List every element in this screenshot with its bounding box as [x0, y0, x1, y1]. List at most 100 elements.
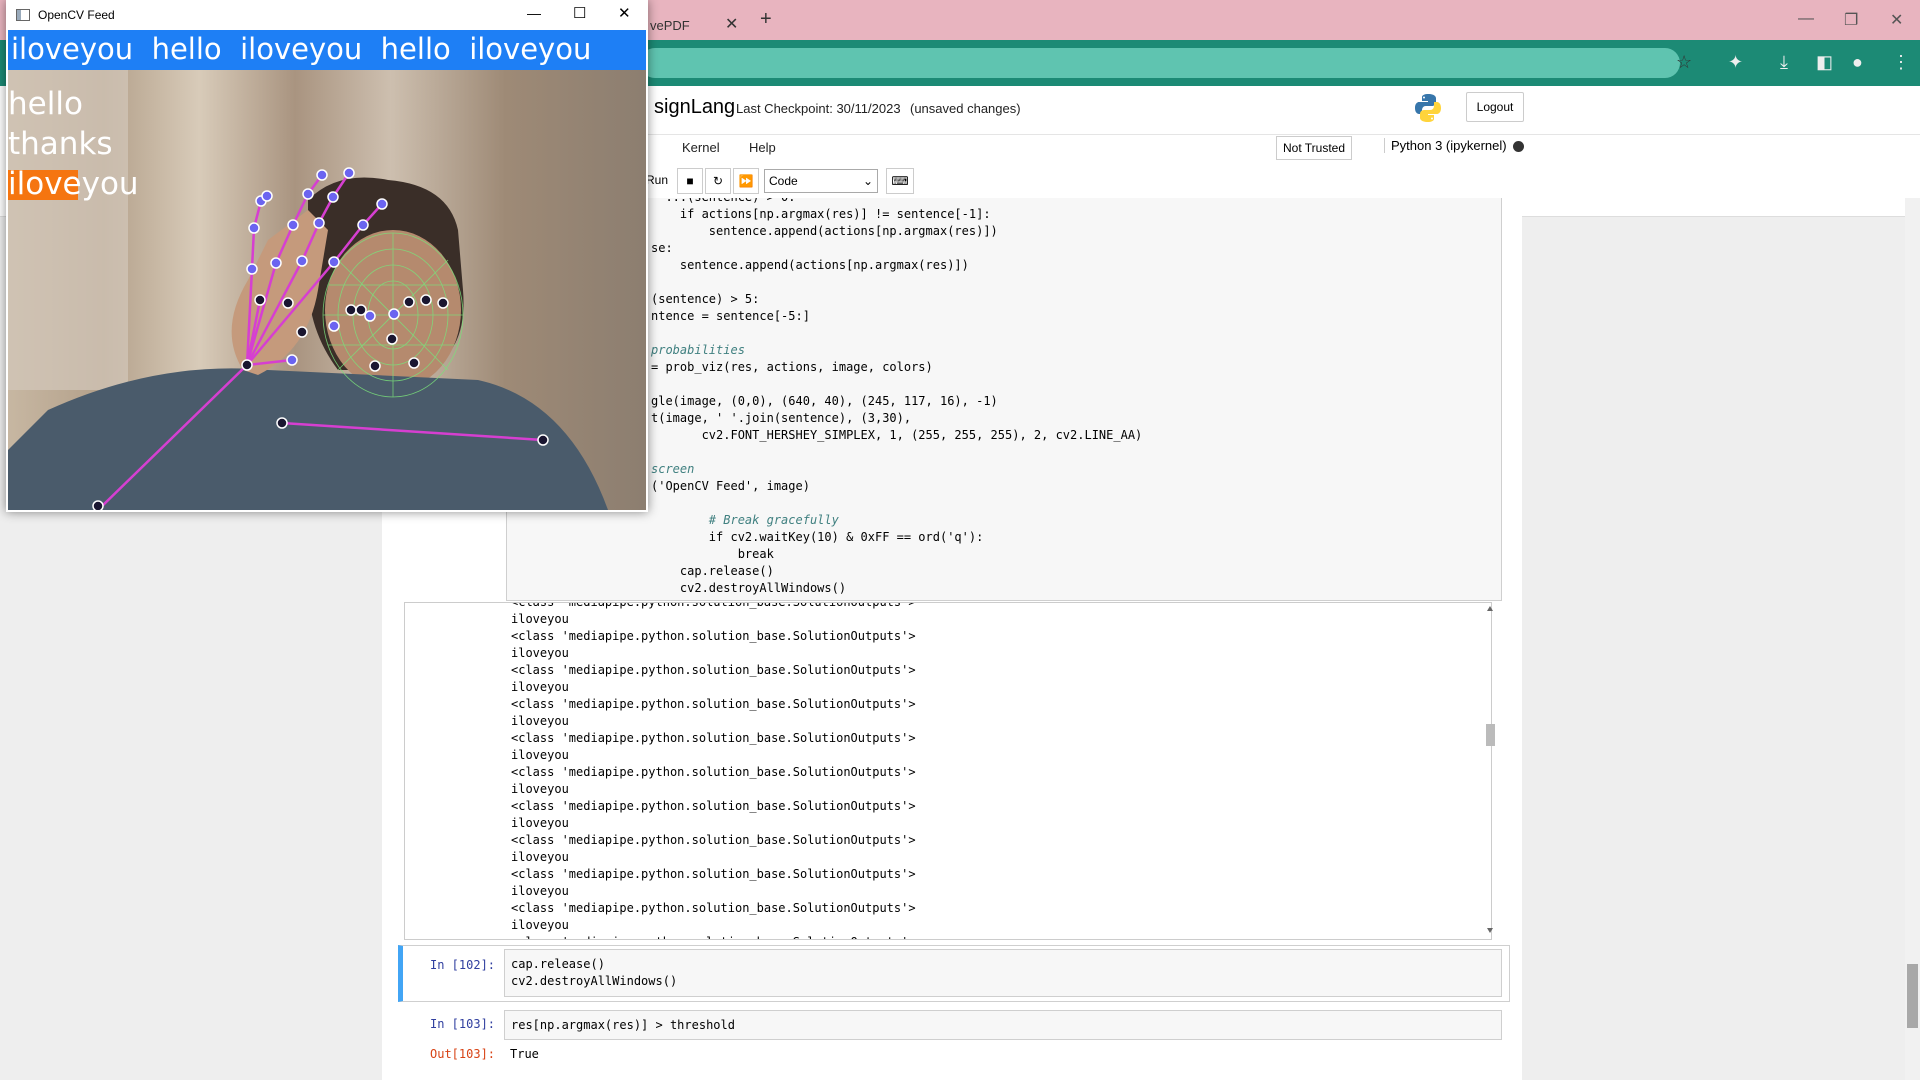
- probability-label: iloveyou: [8, 166, 139, 202]
- code-line: break: [651, 547, 774, 561]
- profile-avatar-icon[interactable]: ●: [1852, 52, 1863, 73]
- maximize-icon[interactable]: ☐: [573, 4, 586, 22]
- chevron-down-icon: ⌄: [862, 174, 873, 188]
- restart-icon: ↻: [712, 174, 724, 188]
- code-line: cv2.destroyAllWindows(): [651, 581, 847, 595]
- cell-output-area[interactable]: <class 'mediapipe.python.solution_base.S…: [404, 602, 1492, 940]
- fast-forward-icon: ⏩: [738, 174, 754, 188]
- unsaved-status: (unsaved changes): [910, 101, 1021, 116]
- last-checkpoint: Last Checkpoint: 30/11/2023: [736, 101, 901, 116]
- code-line: cap.release(): [651, 564, 774, 578]
- restore-icon[interactable]: ❐: [1844, 10, 1858, 30]
- menu-help[interactable]: Help: [749, 140, 776, 155]
- keyboard-icon: ⌨: [891, 174, 909, 188]
- code-line: ...(sentence) > 0:: [651, 198, 795, 204]
- cell-102-prompt: In [102]:: [430, 958, 496, 972]
- interrupt-kernel-button[interactable]: ■: [677, 168, 703, 194]
- output-line: iloveyou: [511, 850, 569, 864]
- output-line: iloveyou: [511, 612, 569, 626]
- output-line: <class 'mediapipe.python.solution_base.S…: [511, 867, 916, 881]
- camera-feed: iloveyou hello iloveyou hello iloveyou h…: [8, 30, 646, 510]
- sentence-bar: iloveyou hello iloveyou hello iloveyou: [8, 30, 646, 70]
- code-line: cap.release(): [511, 957, 605, 971]
- cell-103-input[interactable]: res[np.argmax(res)] > threshold: [504, 1010, 1502, 1040]
- code-line: probabilities: [651, 343, 745, 357]
- code-line: sentence.append(actions[np.argmax(res)]): [651, 224, 998, 238]
- code-line: ('OpenCV Feed', image): [651, 479, 810, 493]
- cell-103-out-prompt: Out[103]:: [430, 1047, 496, 1061]
- minimize-icon[interactable]: —: [1798, 10, 1814, 28]
- code-line: if actions[np.argmax(res)] != sentence[-…: [651, 207, 991, 221]
- probability-label: thanks: [8, 126, 113, 162]
- code-line: cv2.destroyAllWindows(): [511, 974, 678, 988]
- tab-title: vePDF: [650, 18, 690, 33]
- output-line: <class 'mediapipe.python.solution_base.S…: [511, 833, 916, 847]
- notebook-name[interactable]: signLang: [654, 96, 735, 119]
- close-icon[interactable]: ✕: [618, 4, 631, 22]
- command-palette-button[interactable]: ⌨: [886, 168, 914, 194]
- side-panel-icon[interactable]: ◧: [1816, 52, 1833, 73]
- minimize-icon[interactable]: —: [527, 5, 541, 21]
- cell-102-input[interactable]: cap.release() cv2.destroyAllWindows(): [504, 949, 1502, 997]
- run-label: Run: [645, 173, 668, 187]
- code-line: # Break gracefully: [651, 513, 839, 527]
- code-line: res[np.argmax(res)] > threshold: [511, 1018, 735, 1032]
- opencv-titlebar[interactable]: OpenCV Feed — ☐ ✕: [6, 0, 648, 30]
- browser-tab[interactable]: vePDF ✕: [630, 6, 750, 40]
- code-line: t(image, ' '.join(sentence), (3,30),: [651, 411, 912, 425]
- logout-button[interactable]: Logout: [1466, 92, 1524, 122]
- output-scrollbar[interactable]: [1484, 604, 1496, 936]
- window-app-icon: [16, 9, 30, 21]
- page-scrollbar[interactable]: [1905, 198, 1920, 1080]
- output-line: iloveyou: [511, 714, 569, 728]
- cell-type-select[interactable]: Code ⌄: [764, 169, 878, 193]
- extensions-icon[interactable]: ✦: [1728, 52, 1743, 73]
- stop-icon: ■: [686, 174, 694, 188]
- bookmark-star-icon[interactable]: ☆: [1676, 52, 1692, 73]
- output-line: <class 'mediapipe.python.solution_base.S…: [511, 629, 916, 643]
- close-icon[interactable]: ✕: [1890, 10, 1903, 30]
- output-line: <class 'mediapipe.python.solution_base.S…: [511, 663, 916, 677]
- output-line: iloveyou: [511, 816, 569, 830]
- output-line: iloveyou: [511, 918, 569, 932]
- output-line: iloveyou: [511, 646, 569, 660]
- restart-kernel-button[interactable]: ↻: [705, 168, 731, 194]
- not-trusted-button[interactable]: Not Trusted: [1276, 136, 1353, 160]
- code-line: if cv2.waitKey(10) & 0xFF == ord('q'):: [651, 530, 984, 544]
- menu-kernel[interactable]: Kernel: [682, 140, 720, 155]
- kernel-name[interactable]: Python 3 (ipykernel): [1384, 138, 1507, 153]
- output-line: <class 'mediapipe.python.solution_base.S…: [511, 731, 916, 745]
- new-tab-button[interactable]: +: [760, 8, 772, 31]
- cell-103-output: True: [510, 1047, 539, 1061]
- camera-frame: [8, 30, 646, 510]
- code-cell-input[interactable]: ...(sentence) > 0: if actions[np.argmax(…: [506, 198, 1502, 601]
- browser-menu-icon[interactable]: ⋮: [1892, 52, 1910, 73]
- tab-close-icon[interactable]: ✕: [725, 14, 738, 34]
- code-line: gle(image, (0,0), (640, 40), (245, 117, …: [651, 394, 998, 408]
- cell-103-prompt: In [103]:: [430, 1017, 496, 1031]
- output-line: iloveyou: [511, 782, 569, 796]
- output-line: <class 'mediapipe.python.solution_base.S…: [511, 765, 916, 779]
- output-line: iloveyou: [511, 680, 569, 694]
- output-line: iloveyou: [511, 884, 569, 898]
- probability-label: hello: [8, 86, 83, 122]
- python-logo-icon: [1415, 94, 1441, 122]
- output-line: <class 'mediapipe.python.solution_base.S…: [511, 602, 916, 609]
- output-line: <class 'mediapipe.python.solution_base.S…: [511, 697, 916, 711]
- kernel-status-icon: [1513, 141, 1524, 152]
- code-line: ntence = sentence[-5:]: [651, 309, 810, 323]
- sentence-text: iloveyou hello iloveyou hello iloveyou: [11, 32, 592, 66]
- code-line: screen: [651, 462, 695, 476]
- page-scrollbar-thumb[interactable]: [1907, 964, 1918, 1028]
- address-bar[interactable]: [640, 48, 1680, 78]
- code-line: = prob_viz(res, actions, image, colors): [651, 360, 933, 374]
- code-line: sentence.append(actions[np.argmax(res)]): [651, 258, 969, 272]
- opencv-window-title: OpenCV Feed: [38, 8, 115, 22]
- download-icon[interactable]: ⤓: [1780, 52, 1788, 73]
- code-line: se:: [651, 241, 673, 255]
- opencv-window[interactable]: OpenCV Feed — ☐ ✕ iloveyou hello iloveyo…: [6, 0, 648, 512]
- restart-run-all-button[interactable]: ⏩: [733, 168, 759, 194]
- output-line: <class 'mediapipe.python.solution_base.S…: [511, 935, 916, 939]
- output-line: iloveyou: [511, 748, 569, 762]
- output-line: <class 'mediapipe.python.solution_base.S…: [511, 901, 916, 915]
